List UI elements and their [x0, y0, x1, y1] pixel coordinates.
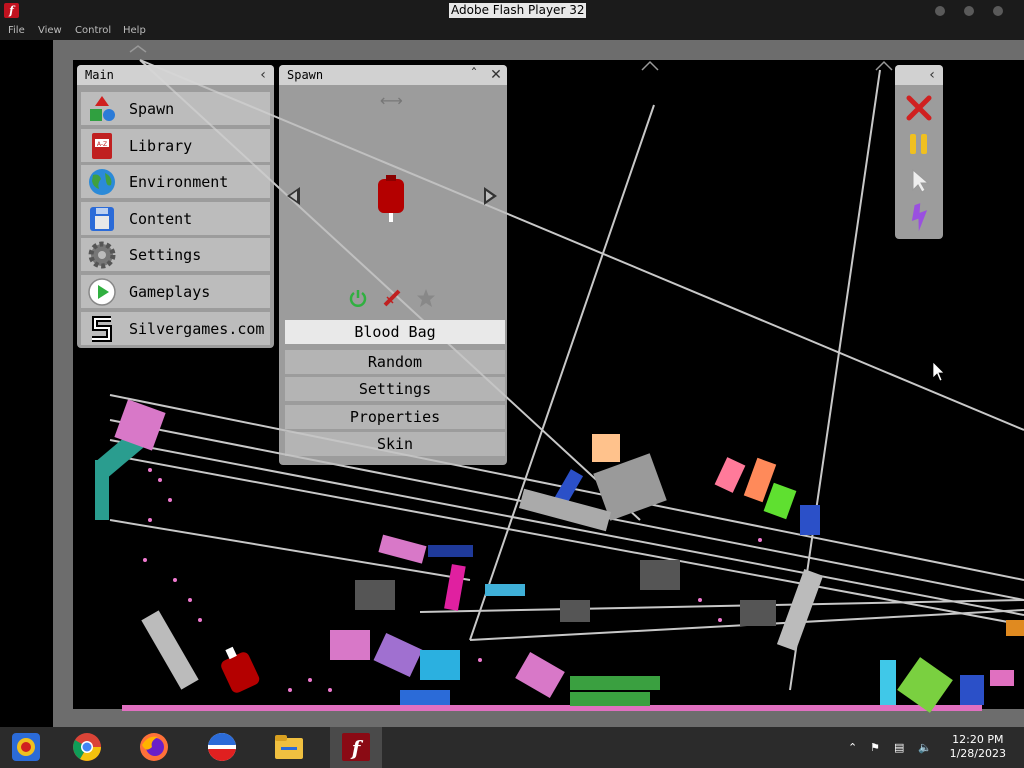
- main-item-environment[interactable]: Environment: [81, 165, 270, 198]
- spawn-panel: Spawn ˆ ✕ ⟷ Blood Bag Random Settings Pr…: [279, 65, 507, 465]
- spawn-panel-title: Spawn: [287, 68, 324, 82]
- obs-icon[interactable]: [206, 731, 238, 763]
- floppy-disk-icon: [90, 207, 114, 231]
- chevron-up-icon[interactable]: ˆ: [465, 66, 483, 84]
- book-icon: A-Z: [92, 133, 112, 159]
- tools-panel-header: ‹: [895, 65, 943, 85]
- cursor-icon[interactable]: [909, 168, 931, 194]
- play-icon: [88, 278, 116, 306]
- globe-icon: [89, 169, 115, 195]
- main-item-library[interactable]: A-Z Library: [81, 129, 270, 162]
- main-item-label: Library: [129, 137, 193, 155]
- silvergames-logo-icon: [92, 316, 112, 342]
- volume-icon[interactable]: 🔈: [918, 741, 932, 754]
- file-explorer-icon[interactable]: [273, 731, 305, 763]
- network-icon[interactable]: ▤: [894, 741, 904, 754]
- action-center-flag-icon[interactable]: ⚑: [870, 741, 880, 754]
- main-item-label: Gameplays: [129, 283, 211, 301]
- main-item-label: Settings: [129, 246, 202, 264]
- system-clock[interactable]: 12:20 PM 1/28/2023: [950, 733, 1006, 761]
- next-item-arrow-inner: [486, 191, 493, 201]
- selected-item-name[interactable]: Blood Bag: [285, 320, 505, 344]
- ground-blood: [122, 705, 982, 711]
- main-item-silvergames[interactable]: Silvergames.com: [81, 312, 270, 345]
- blood-bag-icon: [378, 175, 404, 222]
- main-item-label: Content: [129, 210, 193, 228]
- main-item-settings[interactable]: Settings: [81, 238, 270, 271]
- close-icon[interactable]: ✕: [487, 66, 505, 84]
- chevron-left-icon[interactable]: ‹: [254, 66, 272, 84]
- spawn-option-settings[interactable]: Settings: [285, 377, 505, 401]
- pause-icon[interactable]: [907, 131, 931, 157]
- clock-time: 12:20 PM: [952, 733, 1004, 746]
- main-panel-header: Main ‹: [77, 65, 274, 85]
- syringe-icon[interactable]: [382, 288, 402, 308]
- shapes-icon: [90, 96, 115, 121]
- chrome-icon[interactable]: [71, 731, 103, 763]
- main-item-gameplays[interactable]: Gameplays: [81, 275, 270, 308]
- main-item-label: Spawn: [129, 100, 175, 118]
- show-hidden-icons-icon[interactable]: ⌃: [848, 741, 857, 754]
- taskbar: f ⌃ ⚑ ▤ 🔈 12:20 PM 1/28/2023: [0, 727, 1024, 768]
- star-icon[interactable]: [416, 288, 436, 308]
- ie-tab-icon[interactable]: [10, 731, 42, 763]
- main-item-content[interactable]: Content: [81, 202, 270, 235]
- main-item-label: Silvergames.com: [129, 320, 265, 338]
- spawn-panel-header: Spawn ˆ ✕: [279, 65, 507, 85]
- spawn-option-properties[interactable]: Properties: [285, 405, 505, 429]
- clock-date: 1/28/2023: [949, 747, 1006, 760]
- main-panel-title: Main: [85, 68, 114, 82]
- main-item-label: Environment: [129, 173, 229, 191]
- close-x-icon[interactable]: [905, 94, 933, 122]
- main-panel: Main ‹ Spawn A-Z Library Environment Con…: [77, 65, 274, 348]
- previous-item-arrow-inner: [290, 191, 297, 201]
- lightning-icon[interactable]: [905, 202, 935, 232]
- firefox-icon[interactable]: [138, 731, 170, 763]
- spawn-option-skin[interactable]: Skin: [285, 432, 505, 456]
- svg-text:A-Z: A-Z: [97, 141, 107, 148]
- chevron-left-icon[interactable]: ‹: [923, 66, 941, 84]
- main-item-spawn[interactable]: Spawn: [81, 92, 270, 125]
- flip-arrows-icon[interactable]: ⟷: [380, 91, 403, 110]
- spawn-option-random[interactable]: Random: [285, 350, 505, 374]
- power-icon[interactable]: [348, 288, 368, 308]
- gear-icon: [88, 241, 116, 269]
- tools-panel: ‹: [895, 65, 943, 239]
- flash-player-icon[interactable]: f: [340, 731, 372, 763]
